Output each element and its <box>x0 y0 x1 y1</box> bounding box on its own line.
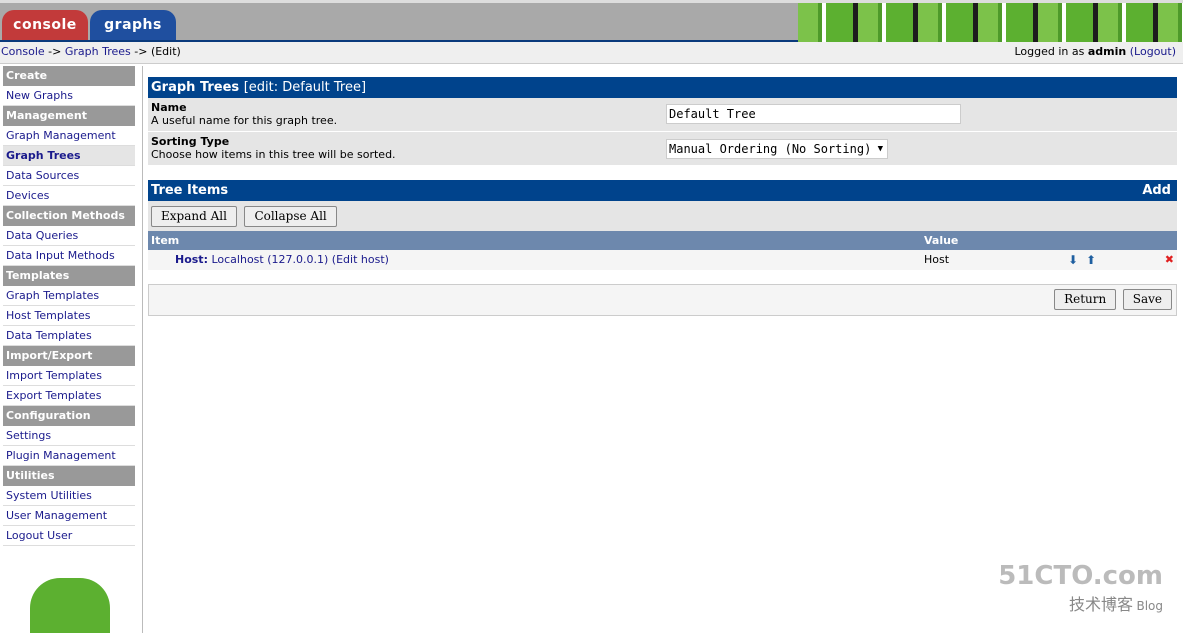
row-item-link[interactable]: Localhost (127.0.0.1) <box>211 253 328 266</box>
sidebar-item-user-management[interactable]: User Management <box>3 506 135 526</box>
sidebar-item-new-graphs[interactable]: New Graphs <box>3 86 135 106</box>
crumb-graph-trees[interactable]: Graph Trees <box>65 45 131 58</box>
tab-console[interactable]: console <box>2 10 88 40</box>
main: Graph Trees [edit: Default Tree] Name A u… <box>148 77 1177 316</box>
header: console graphs <box>0 0 1183 43</box>
return-button[interactable]: Return <box>1054 289 1117 310</box>
form-title: Graph Trees <box>151 80 240 95</box>
delete-icon[interactable]: ✖ <box>1165 250 1174 270</box>
sidebar-item-graph-templates[interactable]: Graph Templates <box>3 286 135 306</box>
login-status: Logged in as admin (Logout) <box>1015 42 1177 62</box>
name-desc: A useful name for this graph tree. <box>151 114 338 127</box>
sort-row: Sorting Type Choose how items in this tre… <box>148 132 1177 166</box>
sidebar-item-host-templates[interactable]: Host Templates <box>3 306 135 326</box>
sidebar-item-data-sources[interactable]: Data Sources <box>3 166 135 186</box>
sort-select[interactable]: Manual Ordering (No Sorting) ▼ <box>666 139 888 159</box>
login-user: admin <box>1087 45 1127 58</box>
sidebar-item-data-queries[interactable]: Data Queries <box>3 226 135 246</box>
crumb-edit: (Edit) <box>150 45 181 58</box>
col-value: Value <box>924 234 959 247</box>
sidebar-section-header: Templates <box>3 266 135 286</box>
sidebar-section-header: Create <box>3 66 135 86</box>
sidebar-item-settings[interactable]: Settings <box>3 426 135 446</box>
chevron-down-icon: ▼ <box>877 144 883 154</box>
tab-graphs[interactable]: graphs <box>90 10 176 40</box>
edit-host-link[interactable]: (Edit host) <box>332 253 389 266</box>
name-label: Name <box>151 101 187 114</box>
logout-link[interactable]: (Logout) <box>1130 45 1176 58</box>
watermark-site: 51CTO.com <box>998 561 1163 591</box>
form-subtitle: [edit: Default Tree] <box>243 80 367 95</box>
sidebar-section-header: Management <box>3 106 135 126</box>
collapse-all-button[interactable]: Collapse All <box>244 206 337 227</box>
sidebar-item-logout-user[interactable]: Logout User <box>3 526 135 546</box>
col-item: Item <box>151 234 180 247</box>
table-row: Host: Localhost (127.0.0.1) (Edit host) … <box>148 250 1177 270</box>
sort-desc: Choose how items in this tree will be so… <box>151 148 396 161</box>
sidebar-item-export-templates[interactable]: Export Templates <box>3 386 135 406</box>
move-down-icon[interactable]: ⬇ <box>1068 250 1078 270</box>
sidebar-item-devices[interactable]: Devices <box>3 186 135 206</box>
add-link[interactable]: Add <box>1142 180 1171 201</box>
sidebar: Create New Graphs Management Graph Manageme… <box>0 66 143 633</box>
sidebar-item-plugin-management[interactable]: Plugin Management <box>3 446 135 466</box>
sidebar-section-header: Collection Methods <box>3 206 135 226</box>
tree-header: Tree Items Add <box>148 180 1177 201</box>
sidebar-item-graph-trees[interactable]: Graph Trees <box>3 146 135 166</box>
crumb-console[interactable]: Console <box>1 45 45 58</box>
sidebar-item-import-templates[interactable]: Import Templates <box>3 366 135 386</box>
table-header: Item Value <box>148 231 1177 250</box>
sep: -> <box>44 45 65 58</box>
watermark: 51CTO.com 技术博客 Blog <box>998 561 1163 615</box>
login-prefix: Logged in as <box>1014 45 1088 58</box>
sidebar-section-header: Configuration <box>3 406 135 426</box>
action-bar: Return Save <box>148 284 1177 316</box>
row-prefix: Host: <box>175 253 208 266</box>
name-row: Name A useful name for this graph tree. D… <box>148 98 1177 132</box>
save-button[interactable]: Save <box>1122 289 1172 310</box>
sort-label: Sorting Type <box>151 135 230 148</box>
expand-all-button[interactable]: Expand All <box>151 206 237 227</box>
sidebar-item-data-templates[interactable]: Data Templates <box>3 326 135 346</box>
cactus-banner <box>798 3 1183 43</box>
move-up-icon[interactable]: ⬆ <box>1086 250 1096 270</box>
sidebar-item-system-utilities[interactable]: System Utilities <box>3 486 135 506</box>
sort-value: Manual Ordering (No Sorting) <box>669 142 872 156</box>
sep: -> <box>130 45 151 58</box>
tree-buttons: Expand All Collapse All <box>148 201 1177 231</box>
sidebar-section-header: Import/Export <box>3 346 135 366</box>
watermark-sub: 技术博客 <box>1068 595 1133 614</box>
sidebar-item-data-input-methods[interactable]: Data Input Methods <box>3 246 135 266</box>
name-input[interactable]: Default Tree <box>666 104 961 124</box>
cactus-logo <box>30 578 110 633</box>
tree-title: Tree Items <box>151 183 229 198</box>
form-header: Graph Trees [edit: Default Tree] <box>148 77 1177 98</box>
watermark-blog: Blog <box>1136 599 1163 613</box>
sidebar-item-graph-management[interactable]: Graph Management <box>3 126 135 146</box>
row-value: Host <box>924 253 950 266</box>
sidebar-section-header: Utilities <box>3 466 135 486</box>
breadcrumb: Console -> Graph Trees -> (Edit) Logged … <box>0 42 1183 64</box>
